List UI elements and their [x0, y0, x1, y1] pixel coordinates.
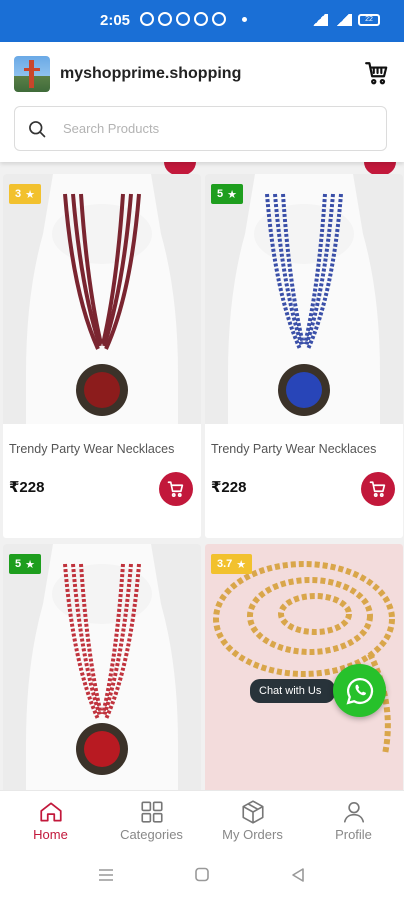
star-icon: ★	[236, 558, 247, 571]
signal-icon	[310, 14, 328, 26]
status-bar: 2:05 22	[0, 0, 404, 42]
rating-badge: 5 ★	[211, 184, 243, 204]
user-icon	[343, 801, 364, 823]
add-to-cart-button[interactable]	[361, 472, 395, 506]
nav-item-my-orders[interactable]: My Orders	[202, 799, 303, 849]
notification-icons	[140, 12, 247, 26]
nav-label-my-orders: My Orders	[222, 827, 283, 842]
back-icon[interactable]	[288, 866, 308, 884]
cart-icon	[369, 481, 386, 497]
message-notification-icon	[194, 12, 208, 26]
search-icon[interactable]	[27, 119, 47, 139]
nav-item-categories[interactable]: Categories	[101, 799, 202, 849]
product-card[interactable]: 5 ★	[3, 544, 201, 790]
app-header: myshopprime.shopping	[0, 42, 404, 162]
site-title[interactable]: myshopprime.shopping	[60, 65, 241, 83]
cart-icon	[167, 481, 184, 497]
nav-label-categories: Categories	[120, 827, 183, 842]
recent-apps-icon[interactable]	[96, 866, 116, 884]
star-icon: ★	[227, 188, 237, 201]
nav-item-home[interactable]: Home	[0, 799, 101, 849]
product-name[interactable]: Trendy Party Wear Necklaces	[9, 442, 174, 456]
whatsapp-button[interactable]	[333, 664, 386, 717]
product-image[interactable]	[3, 174, 201, 424]
nav-item-profile[interactable]: Profile	[303, 799, 404, 849]
product-card[interactable]: 3 ★ Trendy Party Wear Necklaces ₹228	[3, 174, 201, 538]
product-image[interactable]	[205, 174, 403, 424]
product-card[interactable]: 5 ★ Trendy Party Wear Necklaces ₹228	[205, 174, 403, 538]
add-to-cart-button[interactable]	[159, 472, 193, 506]
chat-with-us-label[interactable]: Chat with Us	[250, 679, 336, 703]
network-icon	[334, 14, 352, 26]
star-icon: ★	[25, 558, 35, 571]
bottom-navigation: Home Categories My Orders Profile	[0, 790, 404, 850]
rating-value: 5	[15, 558, 22, 570]
rating-value: 5	[217, 188, 224, 200]
star-icon: ★	[25, 188, 35, 201]
nav-label-home: Home	[33, 827, 68, 842]
product-grid[interactable]: 3 ★ Trendy Party Wear Necklaces ₹228 5 ★…	[0, 162, 404, 790]
more-notifications-dot-icon	[242, 16, 247, 22]
battery-level: 22	[365, 16, 373, 23]
shield-notification-icon	[212, 12, 226, 26]
bridge-logo-icon[interactable]	[14, 56, 50, 92]
product-price: ₹228	[211, 479, 247, 496]
home-icon	[39, 802, 62, 822]
rating-badge: 3.7 ★	[211, 554, 253, 574]
nav-label-profile: Profile	[335, 827, 372, 842]
app-notification-icon	[176, 12, 190, 26]
rating-value: 3.7	[217, 558, 233, 570]
cart-icon[interactable]	[364, 60, 390, 86]
rating-badge: 5 ★	[9, 554, 41, 574]
search-bar[interactable]	[14, 106, 387, 151]
product-image[interactable]	[3, 544, 201, 790]
rating-badge: 3 ★	[9, 184, 41, 204]
product-name[interactable]: Trendy Party Wear Necklaces	[211, 442, 376, 456]
whatsapp-icon	[346, 677, 373, 704]
battery-icon: 22	[358, 14, 380, 26]
system-icons: 22	[310, 14, 380, 26]
search-input[interactable]	[63, 107, 363, 150]
product-price: ₹228	[9, 479, 45, 496]
grid-icon	[140, 801, 163, 823]
status-time: 2:05	[100, 12, 131, 29]
rating-value: 3	[15, 188, 22, 200]
home-button-icon[interactable]	[192, 866, 212, 884]
system-navigation-bar	[0, 850, 404, 900]
telegram-notification-icon	[158, 12, 172, 26]
whatsapp-notification-icon	[140, 12, 154, 26]
package-icon	[241, 800, 264, 824]
